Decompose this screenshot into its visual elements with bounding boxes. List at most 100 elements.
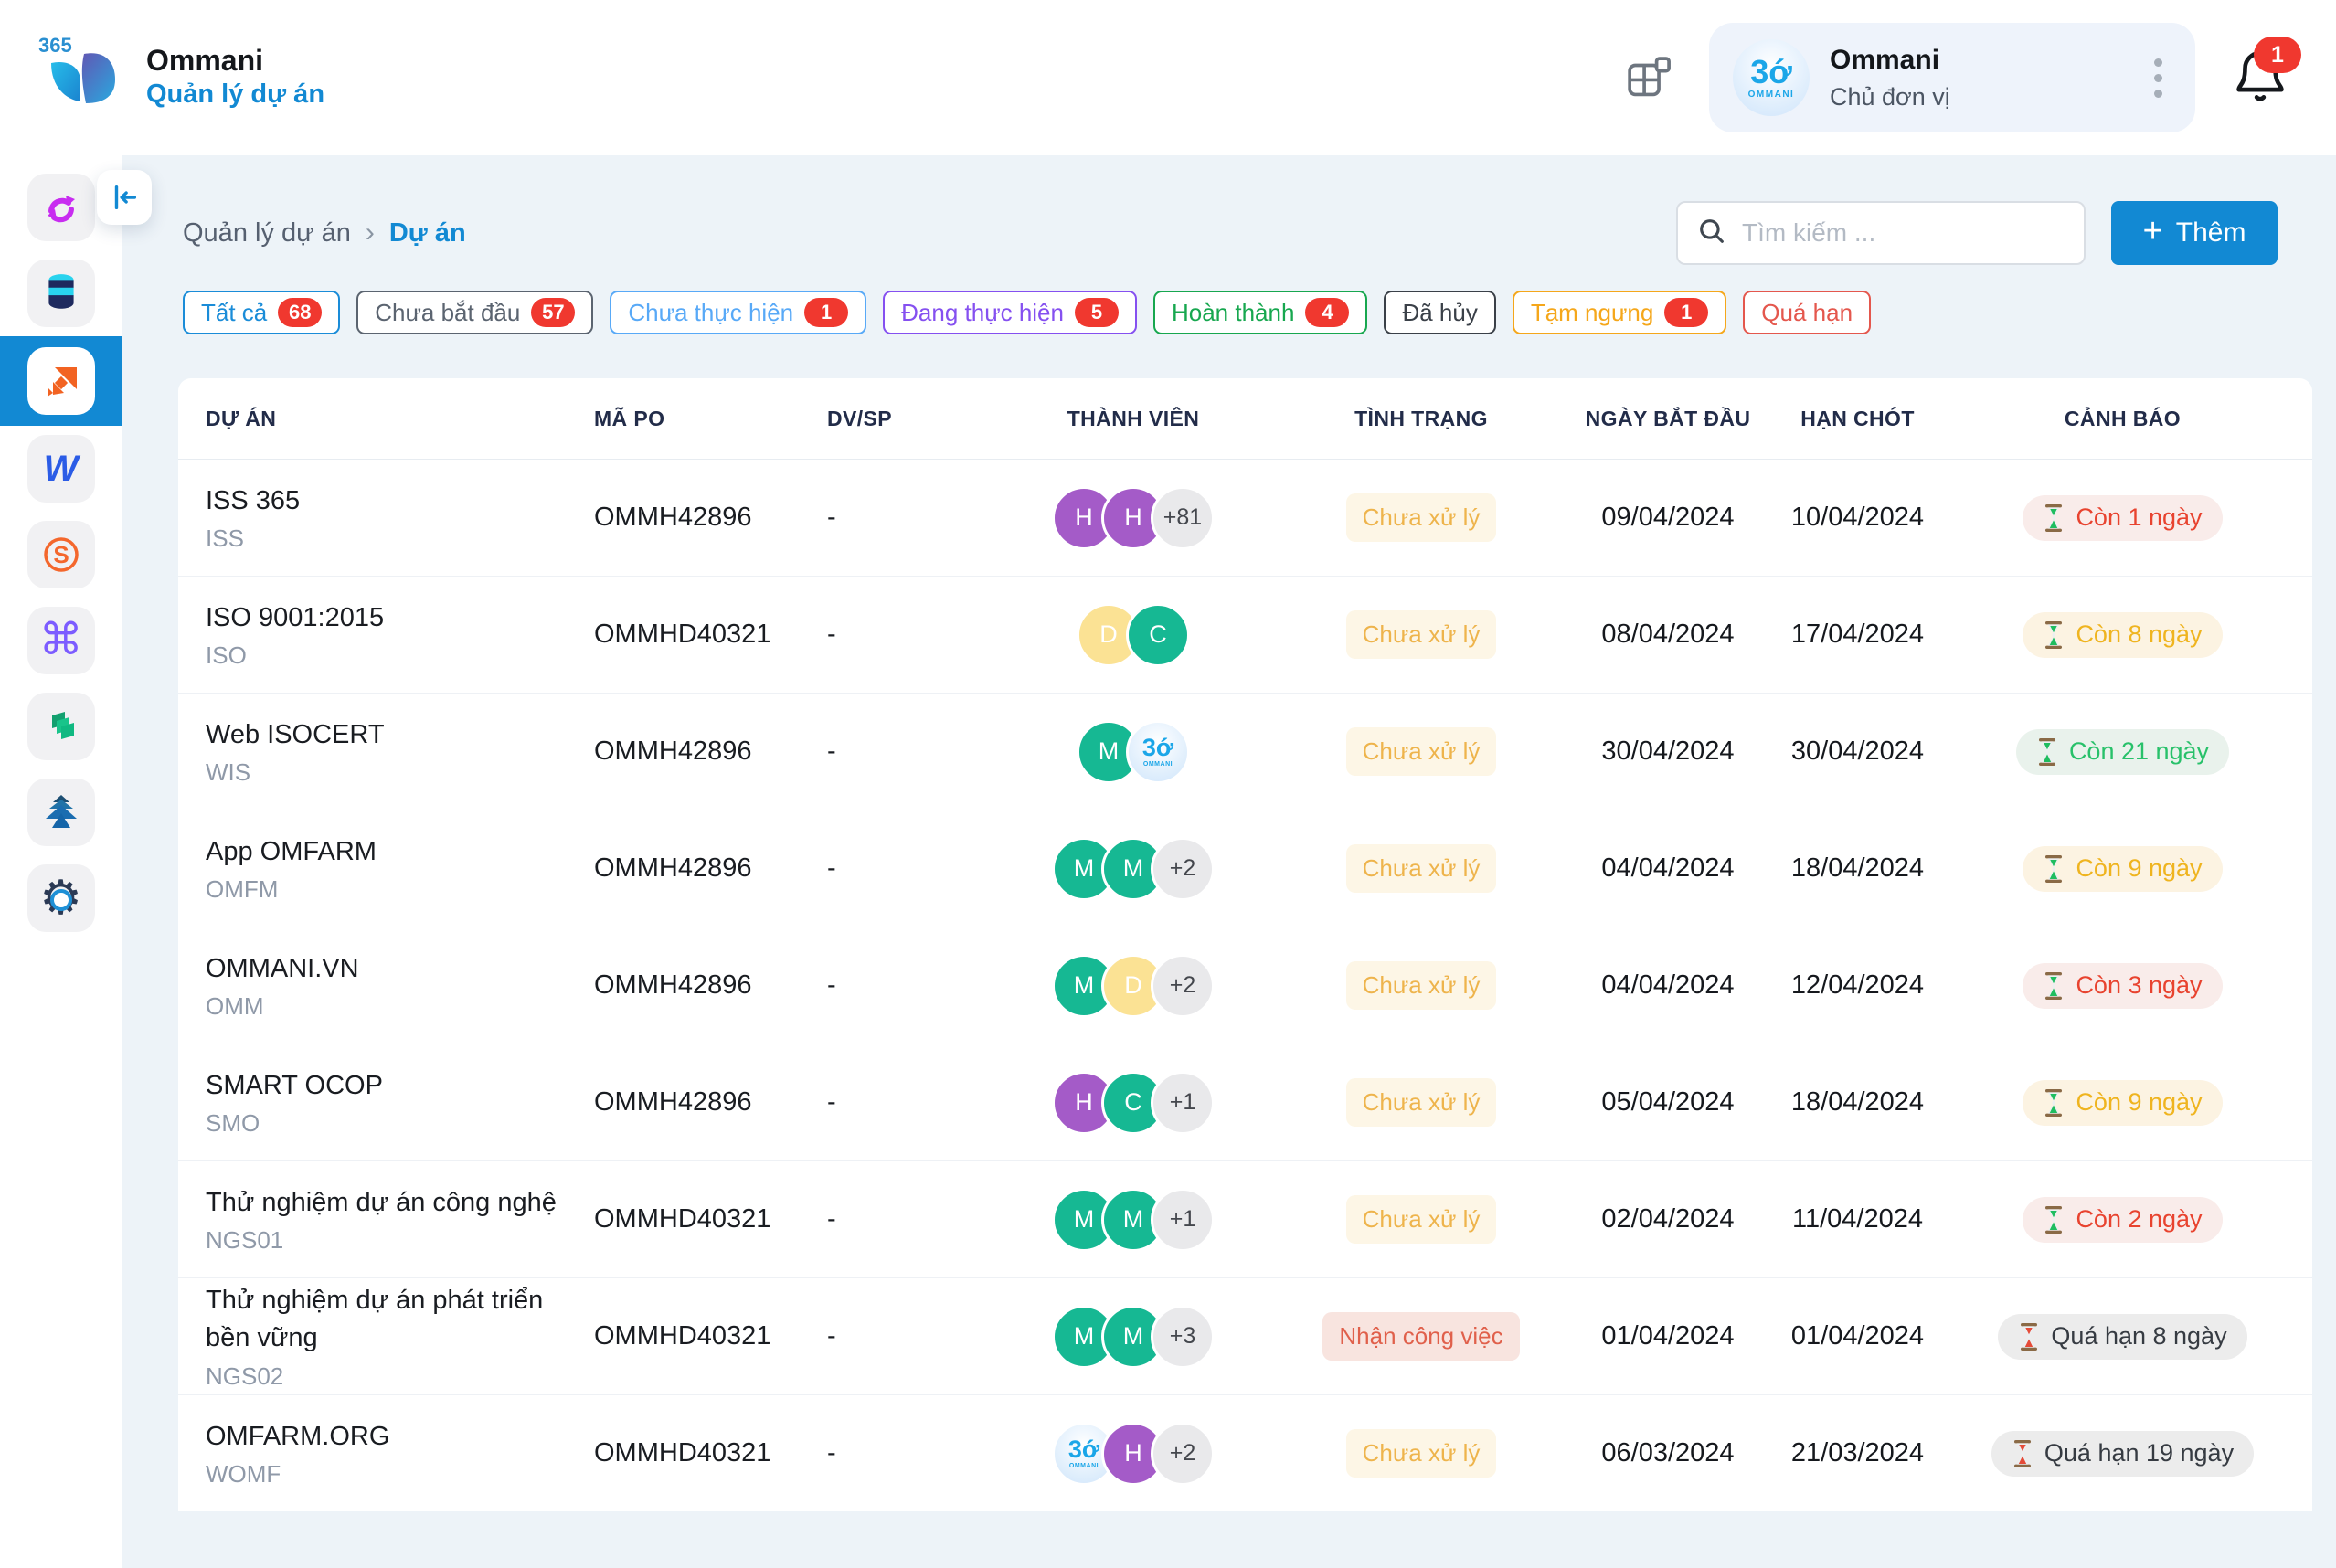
- project-code: NGS01: [206, 1226, 284, 1255]
- column-header: HẠN CHÓT: [1800, 406, 1915, 430]
- start-date: 30/04/2024: [1601, 736, 1735, 766]
- sidebar-item-clover-app[interactable]: ⌘: [0, 598, 122, 683]
- app-logo-icon: 365: [38, 34, 126, 122]
- user-name: Ommani: [1830, 44, 1940, 75]
- project-code: OMM: [206, 992, 264, 1021]
- projects-table: DỰ ÁN MÃ PO DV/SP THÀNH VIÊN TÌNH TRẠNG NGÀY …: [178, 378, 2312, 1511]
- hourglass-icon: [2036, 737, 2058, 767]
- breadcrumb-current[interactable]: Dự án: [389, 218, 466, 249]
- clover-app-icon: ⌘: [38, 616, 83, 664]
- w-app-icon: W: [43, 449, 79, 489]
- table-row[interactable]: SMART OCOP SMO OMMH42896 - H C +1 Chưa xử …: [178, 1044, 2312, 1161]
- member-avatars: M M +2: [1052, 836, 1215, 901]
- table-row[interactable]: ISS 365 ISS OMMH42896 - H H +81 Chưa xử lý…: [178, 460, 2312, 577]
- tree-app-icon: [41, 791, 81, 833]
- deadline-date: 18/04/2024: [1790, 1087, 1925, 1117]
- project-code: SMO: [206, 1109, 260, 1138]
- database-app-icon: [41, 272, 81, 314]
- sidebar-item-w-app[interactable]: W: [0, 426, 122, 512]
- filter-chip-2[interactable]: Chưa thực hiện 1: [610, 291, 867, 334]
- deadline-date: 10/04/2024: [1790, 503, 1925, 532]
- add-button[interactable]: + Thêm: [2111, 201, 2278, 265]
- filter-chip-label: Đang thực hiện: [901, 298, 1064, 326]
- notification-badge: 1: [2254, 37, 2301, 73]
- filter-count-badge: 1: [1664, 298, 1709, 327]
- hourglass-icon: [2043, 854, 2065, 884]
- breadcrumb-parent[interactable]: Quản lý dự án: [183, 218, 351, 249]
- table-header: DỰ ÁN MÃ PO DV/SP THÀNH VIÊN TÌNH TRẠNG NGÀY …: [178, 378, 2312, 460]
- kebab-menu-icon[interactable]: [2145, 49, 2171, 107]
- project-code: NGS02: [206, 1361, 284, 1390]
- status-badge: Chưa xử lý: [1345, 727, 1497, 776]
- filter-chip-label: Chưa thực hiện: [628, 298, 794, 326]
- sidebar-item-tree-app[interactable]: [0, 769, 122, 855]
- start-date: 08/04/2024: [1601, 620, 1735, 649]
- column-header: CẢNH BÁO: [2064, 406, 2182, 430]
- member-overflow-count: +2: [1151, 953, 1215, 1018]
- table-row[interactable]: ISO 9001:2015 ISO OMMHD40321 - DC Chưa x…: [178, 577, 2312, 694]
- sidebar-item-database-app[interactable]: [0, 250, 122, 336]
- hourglass-icon: [2012, 1439, 2033, 1468]
- warning-label: Còn 9 ngày: [2076, 854, 2203, 882]
- table-body: ISS 365 ISS OMMH42896 - H H +81 Chưa xử lý…: [178, 460, 2312, 1511]
- project-name: ISS 365: [206, 485, 301, 515]
- warning-label: Còn 8 ngày: [2076, 620, 2203, 648]
- column-header: NGÀY BẮT ĐẦU: [1585, 406, 1751, 430]
- search-input[interactable]: [1740, 217, 2065, 249]
- table-row[interactable]: Web ISOCERT WIS OMMH42896 - M 3ớ OMMANI Ch…: [178, 694, 2312, 810]
- hourglass-icon: [2043, 503, 2065, 533]
- plus-icon: +: [2142, 212, 2163, 250]
- hourglass-icon: [2043, 971, 2065, 1001]
- warning-badge: Còn 1 ngày: [2023, 494, 2223, 541]
- warning-badge: Còn 8 ngày: [2023, 611, 2223, 658]
- table-row[interactable]: App OMFARM OMFM OMMH42896 - M M +2 Chưa xử…: [178, 810, 2312, 927]
- filter-chip-0[interactable]: Tất cả 68: [183, 291, 341, 334]
- user-menu[interactable]: 3ớ OMMANI Ommani Chủ đơn vị: [1709, 23, 2195, 132]
- sidebar-item-projects-app[interactable]: [0, 336, 122, 426]
- deadline-date: 17/04/2024: [1790, 620, 1925, 649]
- hourglass-icon: [2018, 1322, 2040, 1351]
- member-overflow-count: +1: [1151, 1070, 1215, 1135]
- sidebar-collapse-button[interactable]: [97, 170, 152, 225]
- po-code: OMMH42896: [594, 853, 752, 883]
- filter-chip-label: Quá hạn: [1761, 298, 1853, 326]
- table-row[interactable]: OMMANI.VN OMM OMMH42896 - M D +2 Chưa xử l…: [178, 927, 2312, 1044]
- settings-app-icon: ⚙: [39, 874, 82, 922]
- project-name: OMMANI.VN: [206, 953, 359, 983]
- user-avatar: 3ớ OMMANI: [1733, 39, 1810, 116]
- filter-chip-label: Đã hủy: [1402, 298, 1478, 326]
- search-icon: [1696, 216, 1727, 251]
- warning-badge: Còn 9 ngày: [2023, 845, 2223, 892]
- filter-chip-3[interactable]: Đang thực hiện 5: [883, 291, 1137, 334]
- table-row[interactable]: Thử nghiệm dự án công nghệ NGS01 OMMHD40…: [178, 1161, 2312, 1278]
- po-code: OMMH42896: [594, 1087, 752, 1117]
- filter-count-badge: 68: [278, 298, 323, 327]
- dvsp-value: -: [827, 620, 836, 649]
- warning-label: Còn 2 ngày: [2076, 1205, 2203, 1233]
- notification-bell-icon[interactable]: 1: [2230, 37, 2301, 110]
- sidebar-item-settings-app[interactable]: ⚙: [0, 855, 122, 941]
- deadline-date: 01/04/2024: [1790, 1321, 1925, 1351]
- filter-chip-5[interactable]: Đã hủy: [1384, 291, 1496, 334]
- sidebar: W S ⌘ ⚙: [0, 155, 122, 1568]
- table-row[interactable]: Thử nghiệm dự án phát triển bền vững NGS…: [178, 1278, 2312, 1395]
- deadline-date: 30/04/2024: [1790, 736, 1925, 766]
- po-code: OMMHD40321: [594, 1321, 771, 1351]
- filter-chip-4[interactable]: Hoàn thành 4: [1152, 291, 1368, 334]
- filter-chip-1[interactable]: Chưa bắt đầu 57: [356, 291, 594, 334]
- project-code: ISS: [206, 524, 244, 553]
- filter-chip-7[interactable]: Quá hạn: [1743, 291, 1872, 334]
- sidebar-item-layers-app[interactable]: [0, 683, 122, 769]
- member-avatars: M M +1: [1052, 1187, 1215, 1252]
- project-name: SMART OCOP: [206, 1070, 383, 1100]
- dvsp-value: -: [827, 1438, 836, 1467]
- project-code: OMFM: [206, 875, 279, 904]
- apps-grid-icon[interactable]: [1623, 52, 1674, 103]
- filter-chip-6[interactable]: Tạm ngưng 1: [1512, 291, 1727, 334]
- warning-label: Quá hạn 19 ngày: [2044, 1439, 2235, 1467]
- app-title: Ommani: [146, 43, 264, 77]
- status-badge: Chưa xử lý: [1345, 610, 1497, 659]
- table-row[interactable]: OMFARM.ORG WOMF OMMHD40321 - 3ớ OMMANI H +2…: [178, 1395, 2312, 1511]
- sidebar-item-s-app[interactable]: S: [0, 512, 122, 598]
- svg-text:S: S: [53, 541, 69, 568]
